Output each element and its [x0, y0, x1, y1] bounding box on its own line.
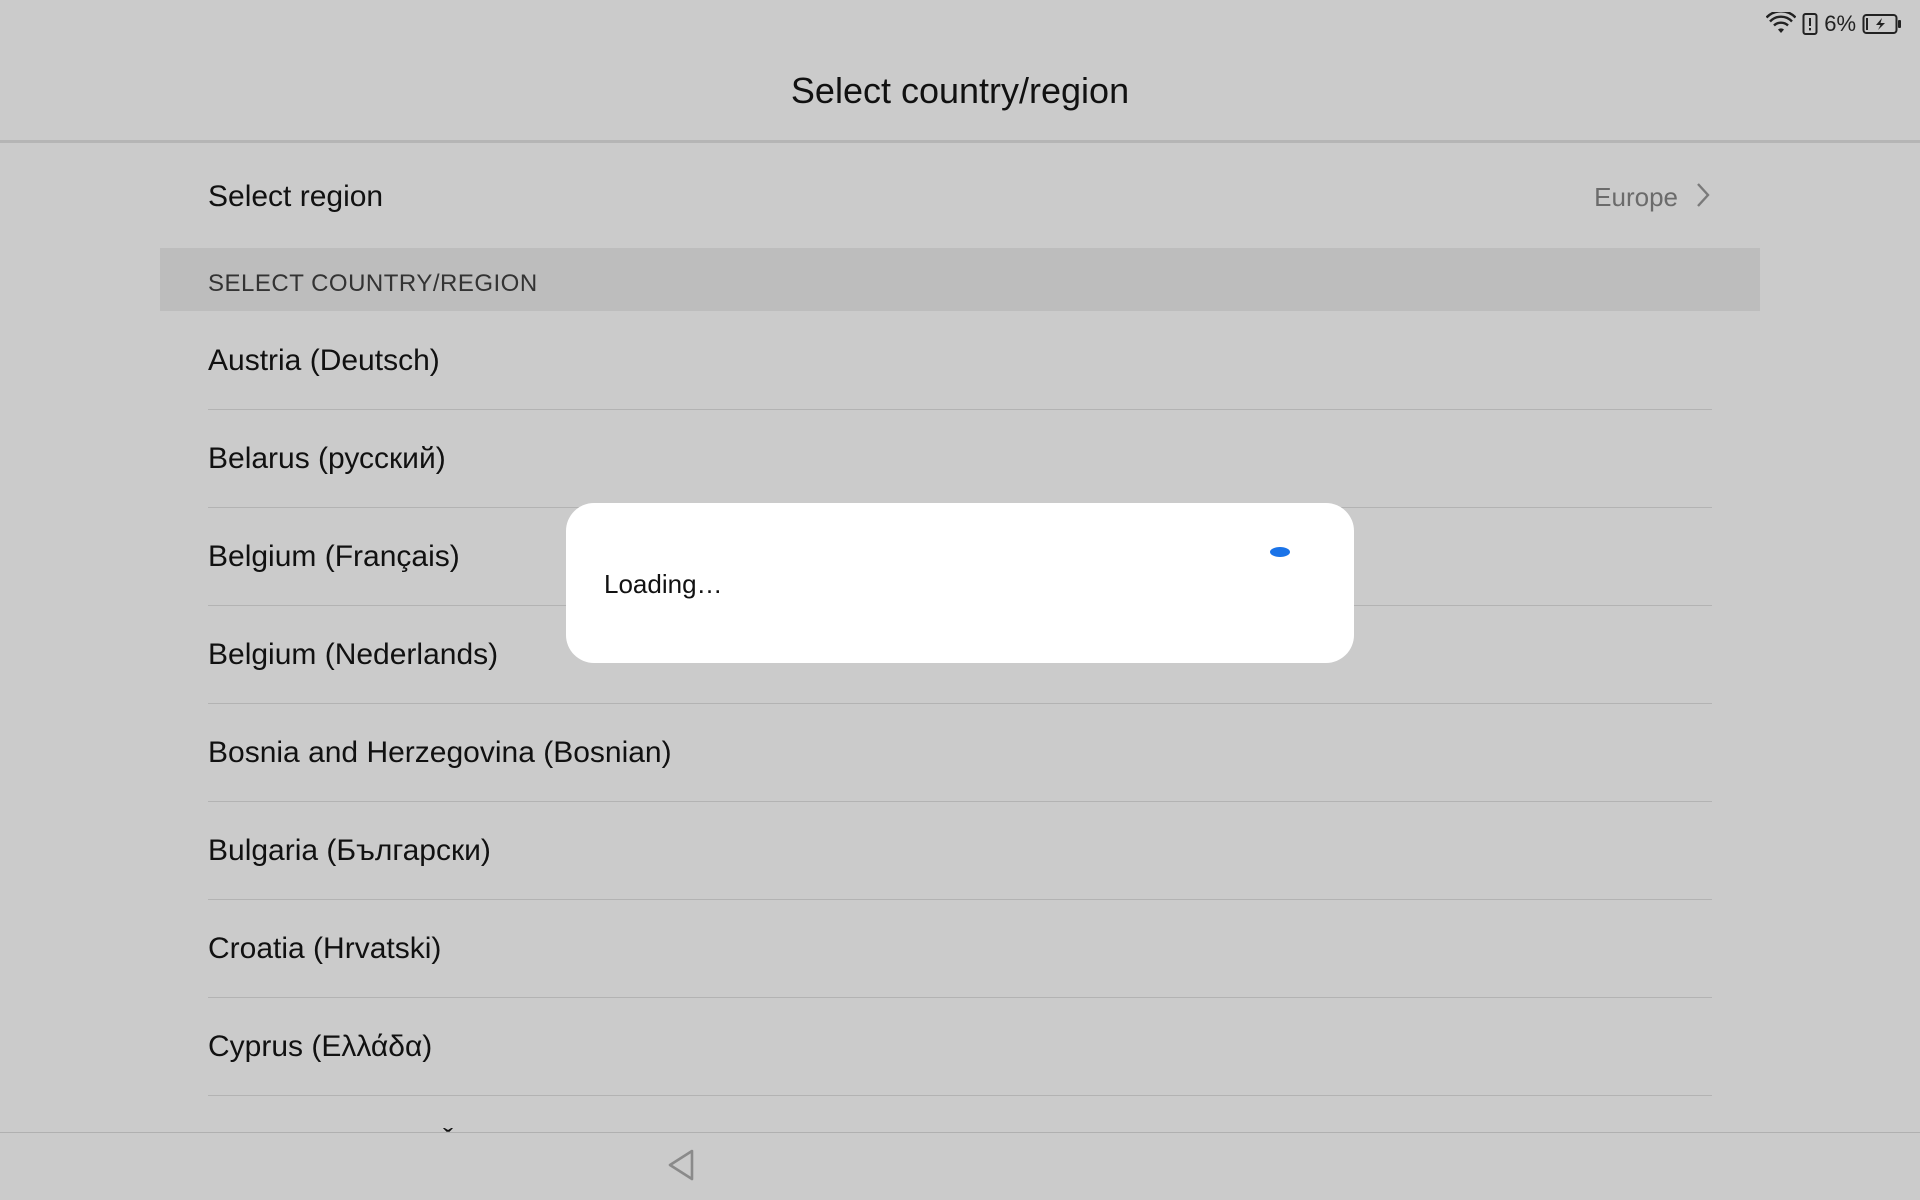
back-triangle-icon	[668, 1149, 694, 1181]
list-item[interactable]: Belarus (русский)	[208, 410, 1712, 508]
page-title: Select country/region	[790, 70, 1130, 111]
navigation-bar	[0, 1132, 1920, 1200]
battery-percent: 6%	[1824, 11, 1856, 36]
battery-charging-icon	[1862, 13, 1902, 35]
back-button[interactable]	[662, 1145, 702, 1185]
wifi-icon	[1766, 12, 1797, 36]
list-item[interactable]: Cyprus (Ελλάδα)	[208, 998, 1712, 1096]
chevron-right-icon	[1696, 182, 1710, 213]
list-item[interactable]: Czech Republic (Čeština)	[208, 1096, 1712, 1133]
list-item[interactable]: Croatia (Hrvatski)	[208, 900, 1712, 998]
section-header: SELECT COUNTRY/REGION	[160, 248, 1760, 311]
screen: 6% Select country/region Select region E…	[0, 0, 1920, 1200]
list-item[interactable]: Bulgaria (Български)	[208, 802, 1712, 900]
list-item[interactable]: Bosnia and Herzegovina (Bosnian)	[208, 704, 1712, 802]
select-region-row[interactable]: Select region Europe	[160, 162, 1760, 232]
select-region-label: Select region	[208, 180, 384, 213]
country-list[interactable]: Austria (Deutsch) Belarus (русский) Belg…	[208, 312, 1712, 1132]
region-value: Europe	[1594, 181, 1678, 212]
region-value-group: Europe	[1594, 182, 1760, 213]
status-bar: 6%	[1766, 0, 1902, 48]
title-divider	[0, 140, 1920, 143]
list-item[interactable]: Austria (Deutsch)	[208, 312, 1712, 410]
alert-icon	[1802, 12, 1818, 36]
section-header-label: SELECT COUNTRY/REGION	[208, 270, 538, 297]
loading-spinner-icon	[1270, 547, 1290, 557]
loading-dialog: Loading…	[566, 503, 1354, 663]
loading-text: Loading…	[604, 569, 723, 599]
